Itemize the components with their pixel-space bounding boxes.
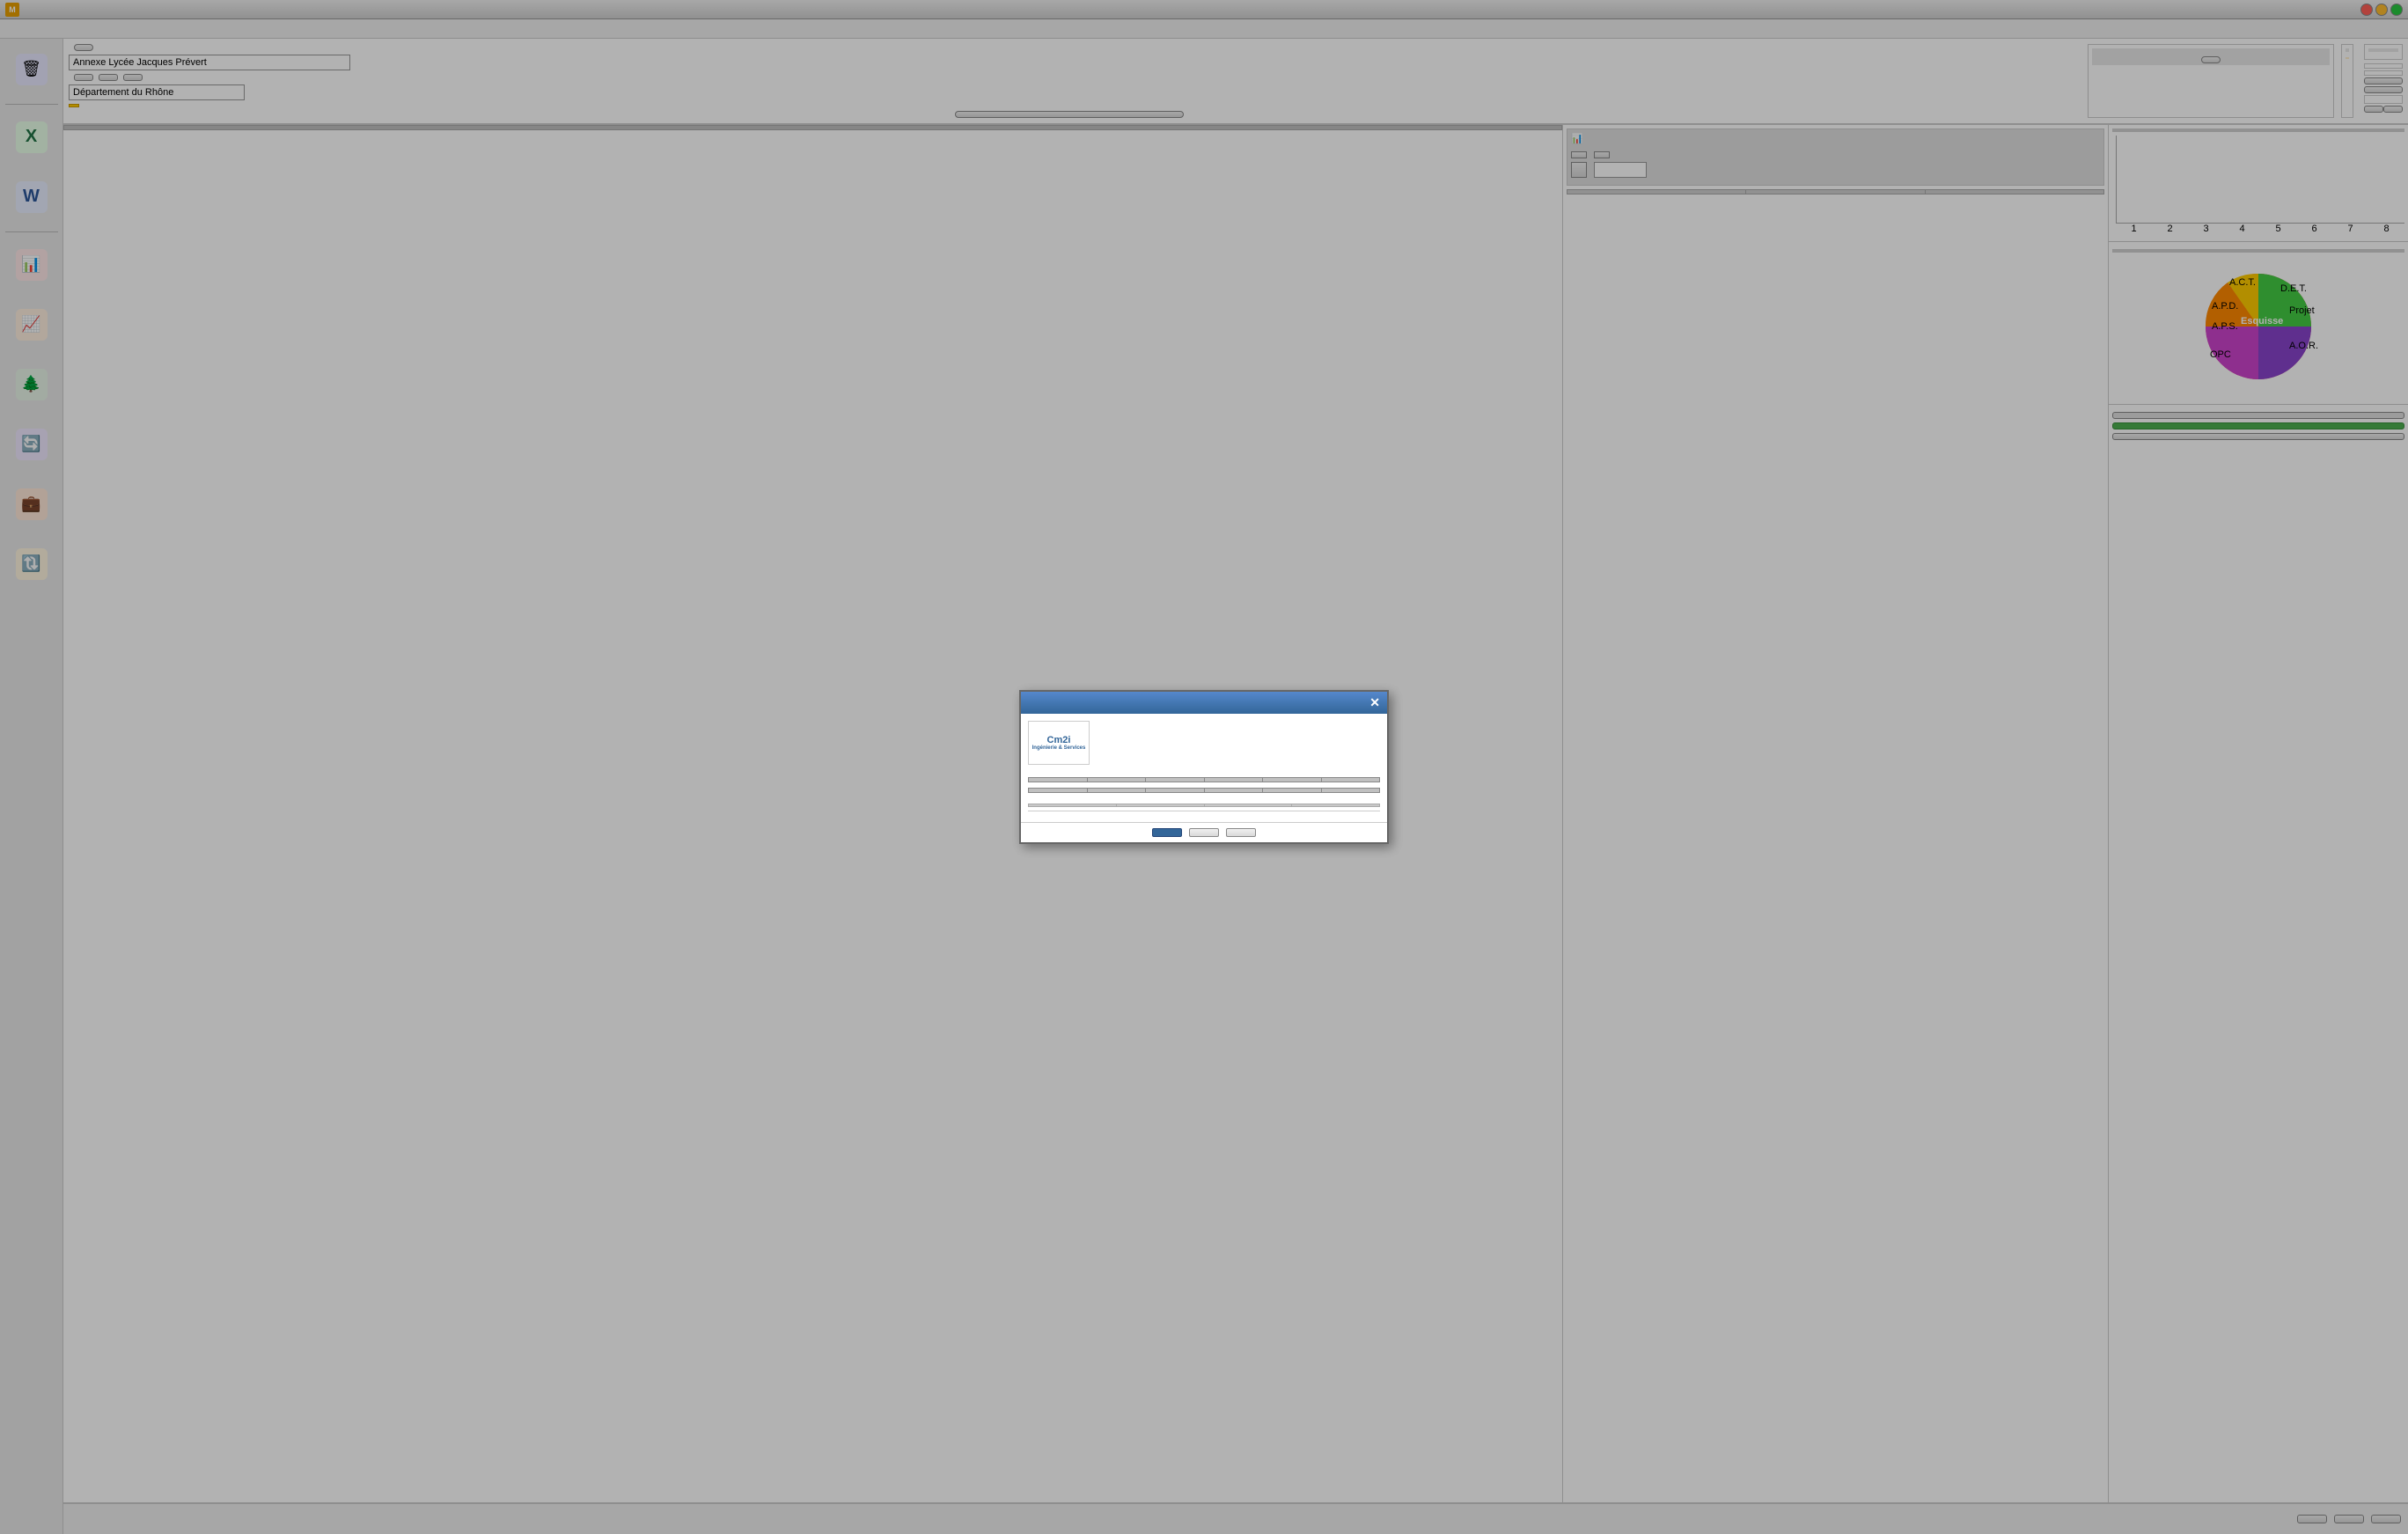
modal-title-bar: ✕: [1021, 692, 1387, 714]
pct-avt2-col-header: [1146, 789, 1205, 793]
modal-footer: [1021, 822, 1387, 842]
modal-body: Cm2i Ingénierie & Services: [1021, 714, 1387, 822]
mont-avt-col-header: [1204, 778, 1263, 782]
company-info: Cm2i Ingénierie & Services: [1028, 721, 1090, 765]
mont-hon-col-header: [1087, 778, 1146, 782]
modal-close-btn[interactable]: ✕: [1369, 695, 1380, 710]
bic-col: [1292, 804, 1380, 807]
mont-rev2-col-header: [1263, 789, 1322, 793]
rib-col: [1116, 804, 1204, 807]
totaux2-col-header: [1321, 789, 1380, 793]
mont-hon-col2-header: [1087, 789, 1146, 793]
iban-col: [1204, 804, 1292, 807]
cotraitants-table: [1028, 788, 1380, 793]
mont-avt2-col-header: [1204, 789, 1263, 793]
phase-col-header: [1029, 778, 1088, 782]
company-logo: Cm2i Ingénierie & Services: [1028, 721, 1090, 765]
echeance-table: [1028, 804, 1380, 807]
annuler-btn[interactable]: [1226, 828, 1256, 837]
imprimer-btn[interactable]: [1189, 828, 1219, 837]
nom-hon-col-header: [1029, 789, 1088, 793]
mont-rev-col-header: [1263, 778, 1322, 782]
totaux-col-header: [1321, 778, 1380, 782]
invoice-header: Cm2i Ingénierie & Services: [1028, 721, 1380, 765]
modal-overlay: ✕ Cm2i Ingénierie & Services: [0, 0, 2408, 1534]
pct-avt-col-header: [1146, 778, 1205, 782]
invoice-detail: [1028, 772, 1380, 774]
pdf-btn[interactable]: [1152, 828, 1182, 837]
phases-table: [1028, 777, 1380, 782]
banque-col: [1029, 804, 1117, 807]
modal: ✕ Cm2i Ingénierie & Services: [1019, 690, 1389, 844]
invoice-footer: [1028, 811, 1380, 815]
